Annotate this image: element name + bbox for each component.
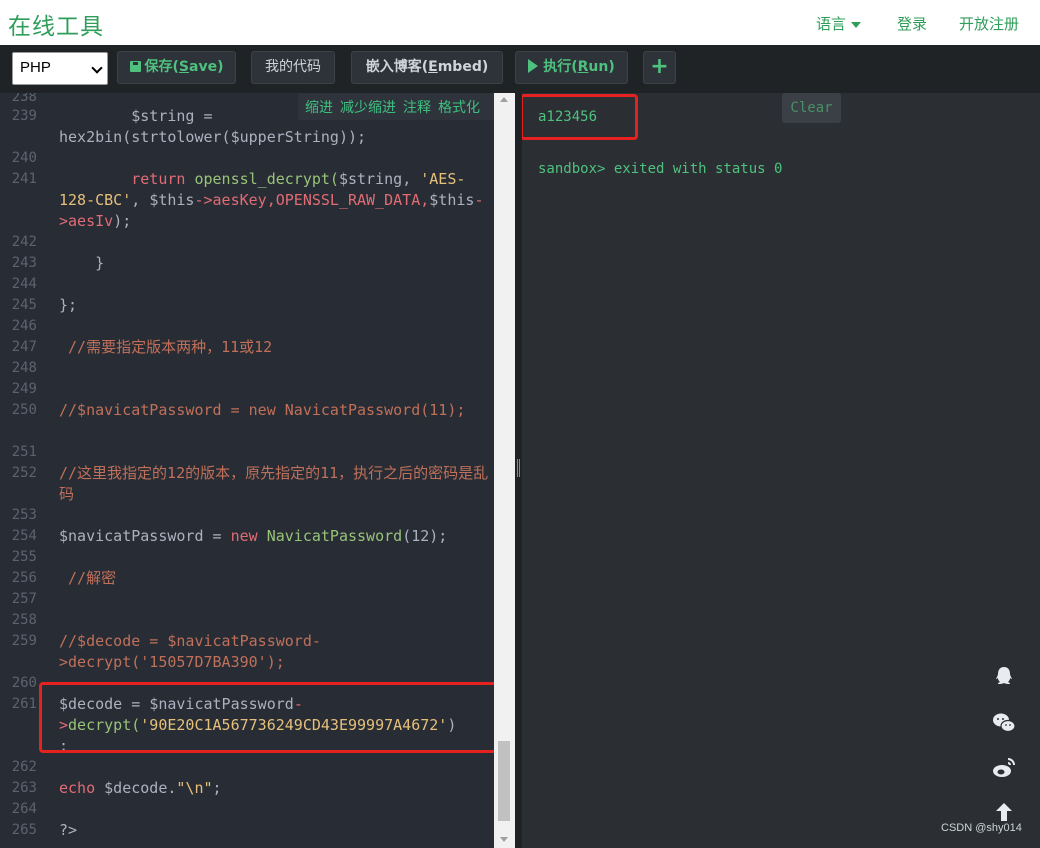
run-label-rest: un) <box>588 59 615 75</box>
clear-button[interactable]: Clear <box>782 93 841 123</box>
language-menu-label: 语言 <box>816 15 847 33</box>
editor-tools: 缩进 减少缩进 注释 格式化 <box>298 93 508 120</box>
highlight-box-decrypt-call <box>39 682 498 753</box>
line-number: 259 <box>11 633 37 649</box>
line-number: 241 <box>11 171 37 187</box>
grip-icon <box>517 459 520 477</box>
comment-button[interactable]: 注释 <box>403 100 431 116</box>
weibo-icon[interactable] <box>992 756 1016 780</box>
language-menu[interactable]: 语言 <box>816 13 862 34</box>
play-icon <box>528 59 539 73</box>
register-link[interactable]: 开放注册 <box>959 13 1019 34</box>
line-number: 245 <box>11 297 37 313</box>
line-number: 243 <box>11 255 37 271</box>
chevron-down-icon <box>91 62 103 74</box>
scrollbar-thumb[interactable] <box>498 741 510 821</box>
run-button[interactable]: 执行(Run) <box>515 51 628 84</box>
embed-label-key: E <box>428 59 438 75</box>
line-number: 265 <box>11 822 37 838</box>
embed-label-rest: mbed) <box>437 59 489 75</box>
language-select[interactable]: PHP <box>12 52 108 85</box>
format-button[interactable]: 格式化 <box>438 100 480 116</box>
back-to-top-icon[interactable] <box>992 800 1016 824</box>
line-number: 246 <box>11 318 37 334</box>
line-number: 263 <box>11 780 37 796</box>
indent-button[interactable]: 缩进 <box>305 100 333 116</box>
line-number: 260 <box>11 675 37 691</box>
code-text: ?> <box>59 821 78 839</box>
line-number: 253 <box>11 507 37 523</box>
line-number: 240 <box>11 150 37 166</box>
code-editor[interactable]: 238 239 $string = hex2bin(strtolower($up… <box>0 93 515 848</box>
line-number: 250 <box>11 402 37 418</box>
save-icon <box>129 61 141 72</box>
watermark: CSDN @shy014 <box>941 822 1022 834</box>
line-number: 239 <box>11 108 37 124</box>
top-header: 在线工具 语言 登录 开放注册 <box>0 0 1040 45</box>
toolbar: PHP 保存(Save) 我的代码 嵌入博客(Embed) 执行(Run) + <box>0 45 1040 93</box>
line-number: 244 <box>11 276 37 292</box>
scroll-up-icon[interactable] <box>500 97 508 102</box>
pane-splitter[interactable] <box>515 93 522 848</box>
save-label-key: S <box>178 59 190 75</box>
line-number: 257 <box>11 591 37 607</box>
editor-scrollbar[interactable] <box>494 93 515 848</box>
my-code-button[interactable]: 我的代码 <box>251 51 335 84</box>
run-label-prefix: 执行( <box>543 59 578 75</box>
caret-down-icon <box>851 21 862 28</box>
line-number: 264 <box>11 801 37 817</box>
code-comment: //$navicatPassword = new NavicatPassword… <box>59 401 466 419</box>
line-number: 258 <box>11 612 37 628</box>
code-comment: //解密 <box>68 569 117 587</box>
line-number: 247 <box>11 339 37 355</box>
line-number: 251 <box>11 444 37 460</box>
scroll-down-icon[interactable] <box>500 837 508 842</box>
code-text: return openssl_decrypt($string, 'AES-128… <box>59 170 484 230</box>
line-number: 254 <box>11 528 37 544</box>
output-panel: Clear a123456 sandbox> exited with statu… <box>522 93 1040 848</box>
code-text: $navicatPassword = new NavicatPassword(1… <box>59 527 448 545</box>
site-logo[interactable]: 在线工具 <box>8 7 104 41</box>
outdent-button[interactable]: 减少缩进 <box>340 100 396 116</box>
save-button[interactable]: 保存(Save) <box>117 51 236 84</box>
embed-label-prefix: 嵌入博客( <box>365 59 429 75</box>
line-number: 248 <box>11 360 37 376</box>
run-label-key: R <box>577 59 589 75</box>
output-status: sandbox> exited with status 0 <box>538 161 783 177</box>
wechat-icon[interactable] <box>992 711 1016 735</box>
save-label-rest: ave) <box>189 59 224 75</box>
line-number: 256 <box>11 570 37 586</box>
plus-icon: + <box>650 54 669 79</box>
code-comment: //这里我指定的12的版本，原先指定的11，执行之后的密码是乱码 <box>59 464 489 503</box>
line-number: 255 <box>11 549 37 565</box>
save-label-prefix: 保存( <box>144 59 179 75</box>
add-button[interactable]: + <box>643 51 676 84</box>
code-text: } <box>95 254 105 272</box>
line-number: 249 <box>11 381 37 397</box>
highlight-box-result <box>522 94 638 140</box>
line-number: 252 <box>11 465 37 481</box>
code-comment: //需要指定版本两种，11或12 <box>68 338 273 356</box>
login-link[interactable]: 登录 <box>897 13 927 34</box>
line-number: 261 <box>11 696 37 712</box>
language-select-value: PHP <box>20 59 51 76</box>
line-number: 262 <box>11 759 37 775</box>
qq-icon[interactable] <box>992 665 1016 689</box>
embed-button[interactable]: 嵌入博客(Embed) <box>351 51 503 84</box>
code-comment: //$decode = $navicatPassword->decrypt('1… <box>59 632 321 671</box>
code-text: }; <box>59 296 78 314</box>
line-number: 242 <box>11 234 37 250</box>
code-text: echo $decode."\n"; <box>59 779 222 797</box>
